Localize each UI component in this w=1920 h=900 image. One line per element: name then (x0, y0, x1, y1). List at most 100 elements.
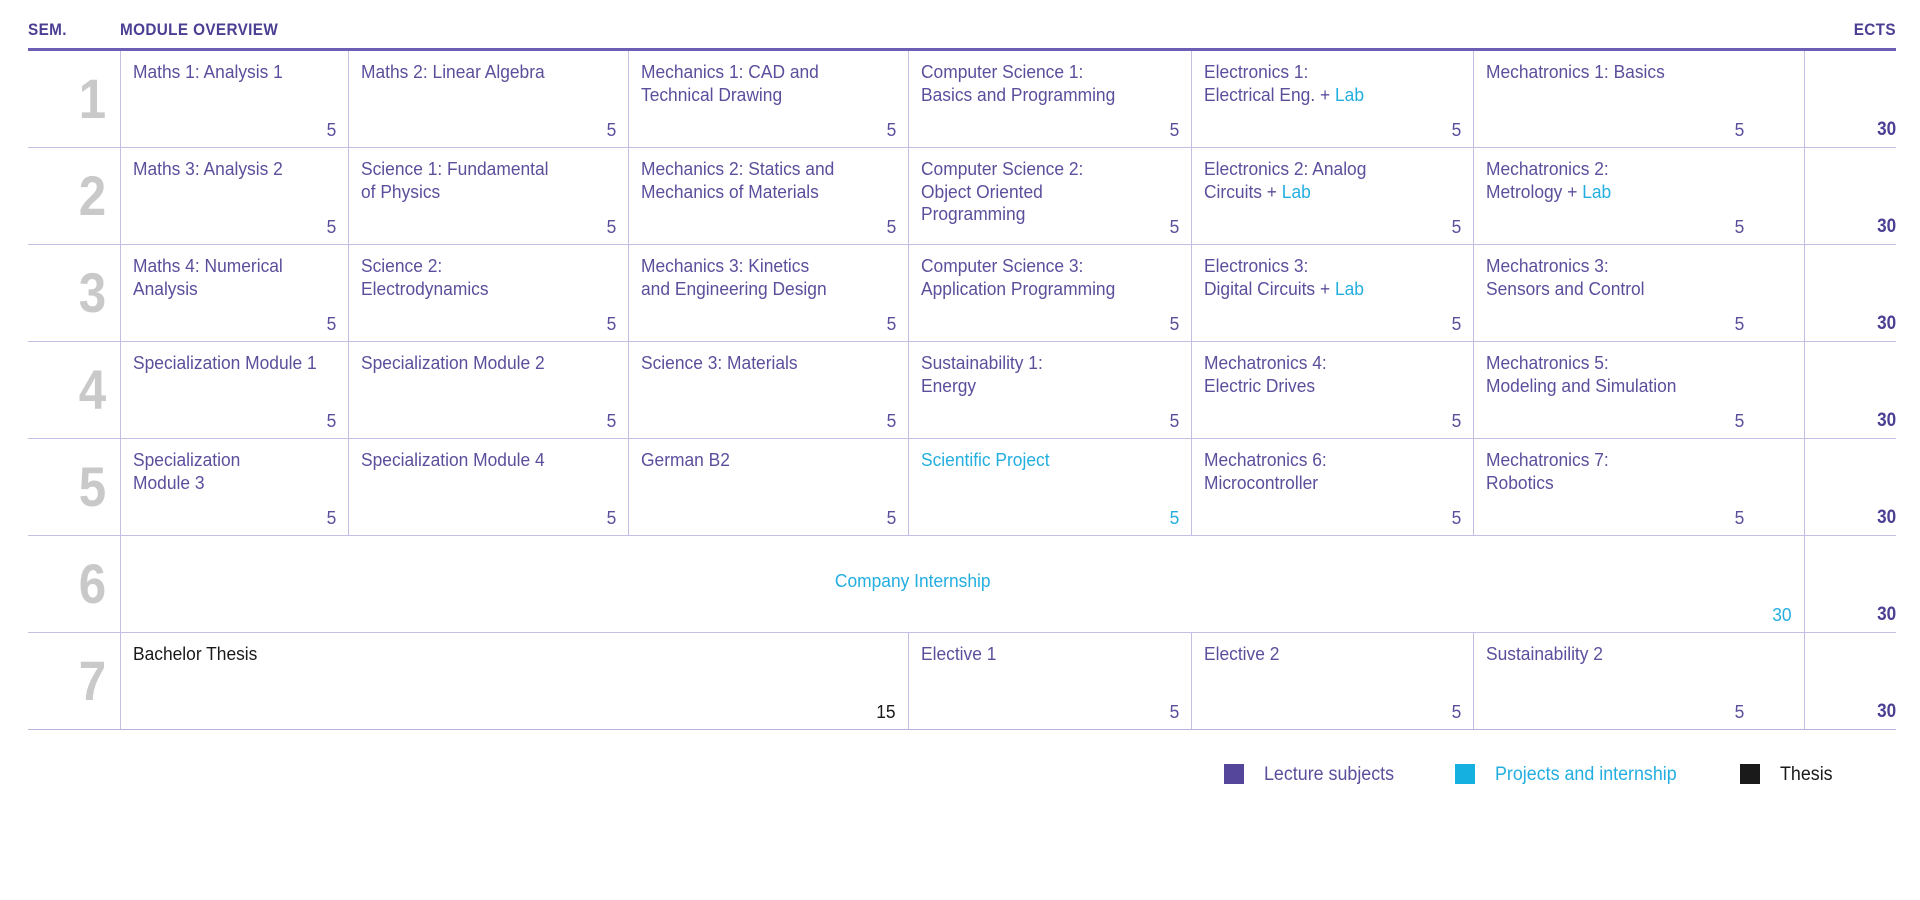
module-cell[interactable]: Computer Science 3: Application Programm… (908, 245, 1191, 341)
ects-total-cell: 30 (1804, 439, 1896, 535)
module-cell[interactable]: Electronics 3: Digital Circuits + Lab 5 (1191, 245, 1473, 341)
semester-cell: 7 (28, 633, 120, 729)
module-cell[interactable]: German B2 5 (628, 439, 908, 535)
module-ects: 5 (326, 118, 336, 140)
module-ects: 5 (326, 409, 336, 431)
module-cell[interactable]: Mechatronics 7: Robotics 5 (1473, 439, 1756, 535)
module-cell[interactable]: Maths 2: Linear Algebra 5 (348, 51, 628, 147)
module-title: Computer Science 1: Basics and Programmi… (921, 61, 1116, 105)
semester-cell: 1 (28, 51, 120, 147)
module-title: Mechatronics 4: Electric Drives (1204, 352, 1327, 396)
semester-number: 1 (78, 67, 106, 130)
module-title: Mechatronics 2: Metrology + Lab (1486, 158, 1612, 202)
module-cell[interactable]: Maths 1: Analysis 1 5 (120, 51, 348, 147)
legend: Lecture subjects Projects and internship T… (0, 764, 1896, 784)
module-title: Science 1: Fundamental of Physics (361, 158, 549, 202)
legend-item: Projects and internship (1454, 764, 1688, 784)
module-cells: Company Internship 30 (120, 536, 1804, 632)
module-title: Elective 2 (1204, 643, 1280, 664)
ects-total-cell: 30 (1804, 245, 1896, 341)
semester-cell: 3 (28, 245, 120, 341)
module-cell[interactable]: Scientific Project 5 (908, 439, 1191, 535)
module-cell[interactable]: Specialization Module 4 5 (348, 439, 628, 535)
module-cell[interactable]: Maths 4: Numerical Analysis 5 (120, 245, 348, 341)
module-cell[interactable]: Electronics 1: Electrical Eng. + Lab 5 (1191, 51, 1473, 147)
module-title: Mechatronics 5: Modeling and Simulation (1486, 352, 1677, 396)
module-cell[interactable]: Mechanics 2: Statics and Mechanics of Ma… (628, 148, 908, 244)
module-cell[interactable]: Maths 3: Analysis 2 5 (120, 148, 348, 244)
module-title: Maths 4: Numerical Analysis (133, 255, 283, 299)
module-cell[interactable]: Mechatronics 5: Modeling and Simulation 5 (1473, 342, 1756, 438)
module-cell[interactable]: Science 1: Fundamental of Physics 5 (348, 148, 628, 244)
module-ects: 5 (1734, 506, 1744, 528)
module-ects: 5 (326, 312, 336, 334)
module-cell[interactable]: Mechatronics 4: Electric Drives 5 (1191, 342, 1473, 438)
header-title: MODULE OVERVIEW (120, 20, 279, 39)
module-ects: 5 (1734, 700, 1744, 722)
semester-number: 3 (78, 261, 106, 324)
module-cell[interactable]: Sustainability 2 5 (1473, 633, 1756, 729)
legend-label: Thesis (1780, 763, 1833, 785)
module-title: Mechatronics 6: Microcontroller (1204, 449, 1327, 493)
module-title: Science 3: Materials (641, 352, 798, 373)
module-ects: 5 (1169, 215, 1179, 237)
module-cells: Specialization Module 3 5 Specialization M… (120, 439, 1804, 535)
plus-sign: + (1562, 180, 1583, 202)
module-ects: 5 (606, 215, 616, 237)
module-cell[interactable]: Specialization Module 2 5 (348, 342, 628, 438)
table-row: 4 Specialization Module 1 5 Specialization … (28, 342, 1896, 439)
module-cell[interactable]: Mechanics 1: CAD and Technical Drawing 5 (628, 51, 908, 147)
module-title: Sustainability 2 (1486, 643, 1603, 664)
module-title: Science 2: Electrodynamics (361, 255, 489, 299)
module-cell[interactable]: Mechatronics 1: Basics 5 (1473, 51, 1756, 147)
module-cell[interactable]: Science 3: Materials 5 (628, 342, 908, 438)
table-header: SEM. MODULE OVERVIEW ECTS (28, 0, 1896, 40)
module-cell[interactable]: Computer Science 2: Object Oriented Prog… (908, 148, 1191, 244)
module-cell[interactable]: Mechatronics 3: Sensors and Control 5 (1473, 245, 1756, 341)
table-row: 7 Bachelor Thesis 15 Elective 1 5 Elective 2 5… (28, 633, 1896, 729)
semester-number: 7 (78, 649, 106, 712)
module-title: Specialization Module 3 (133, 449, 241, 493)
module-cell[interactable]: Science 2: Electrodynamics 5 (348, 245, 628, 341)
module-cell[interactable]: Elective 1 5 (908, 633, 1191, 729)
semester-number: 4 (78, 358, 106, 421)
table-row: 1 Maths 1: Analysis 1 5 Maths 2: Linear Alg… (28, 51, 1896, 148)
module-ects: 5 (1451, 409, 1461, 431)
module-title: Maths 2: Linear Algebra (361, 61, 545, 82)
module-ects: 5 (1169, 506, 1179, 528)
module-cells: Specialization Module 1 5 Specialization M… (120, 342, 1804, 438)
module-ects: 5 (606, 312, 616, 334)
plus-sign: + (1315, 277, 1335, 299)
module-cell[interactable]: Company Internship 30 (120, 536, 1804, 632)
module-cell[interactable]: Mechatronics 2: Metrology + Lab 5 (1473, 148, 1756, 244)
module-overview-page: SEM. MODULE OVERVIEW ECTS 1 Maths 1: Anal… (0, 0, 1920, 900)
module-cell[interactable]: Bachelor Thesis 15 (120, 633, 908, 729)
semester-number: 6 (78, 552, 106, 615)
ects-total: 30 (1876, 507, 1896, 528)
module-cell[interactable]: Mechanics 3: Kinetics and Engineering De… (628, 245, 908, 341)
module-lab-suffix: + Lab (1562, 180, 1612, 202)
ects-total-cell: 30 (1804, 633, 1896, 729)
module-cell[interactable]: Mechatronics 6: Microcontroller 5 (1191, 439, 1473, 535)
legend-swatch-icon (1454, 764, 1475, 784)
module-cell[interactable]: Elective 2 5 (1191, 633, 1473, 729)
module-title: Electronics 3: Digital Circuits + Lab (1204, 255, 1364, 299)
module-ects: 5 (886, 118, 896, 140)
module-title: Mechatronics 1: Basics (1486, 61, 1665, 82)
module-cell[interactable]: Specialization Module 3 5 (120, 439, 348, 535)
module-cell[interactable]: Electronics 2: Analog Circuits + Lab 5 (1191, 148, 1473, 244)
module-ects: 5 (606, 409, 616, 431)
ects-total: 30 (1876, 701, 1896, 722)
legend-item: Lecture subjects (1224, 764, 1402, 784)
module-cell[interactable]: Computer Science 1: Basics and Programmi… (908, 51, 1191, 147)
table-row: 3 Maths 4: Numerical Analysis 5 Science 2: … (28, 245, 1896, 342)
plus-sign: + (1315, 83, 1335, 105)
module-cells: Maths 3: Analysis 2 5 Science 1: Fundament… (120, 148, 1804, 244)
table-row: 2 Maths 3: Analysis 2 5 Science 1: Fundamen… (28, 148, 1896, 245)
plus-sign: + (1261, 180, 1282, 202)
module-cell[interactable]: Sustainability 1: Energy 5 (908, 342, 1191, 438)
module-cell[interactable]: Specialization Module 1 5 (120, 342, 348, 438)
module-ects: 5 (886, 312, 896, 334)
ects-total: 30 (1876, 313, 1896, 334)
module-lab-suffix: + Lab (1315, 277, 1364, 299)
